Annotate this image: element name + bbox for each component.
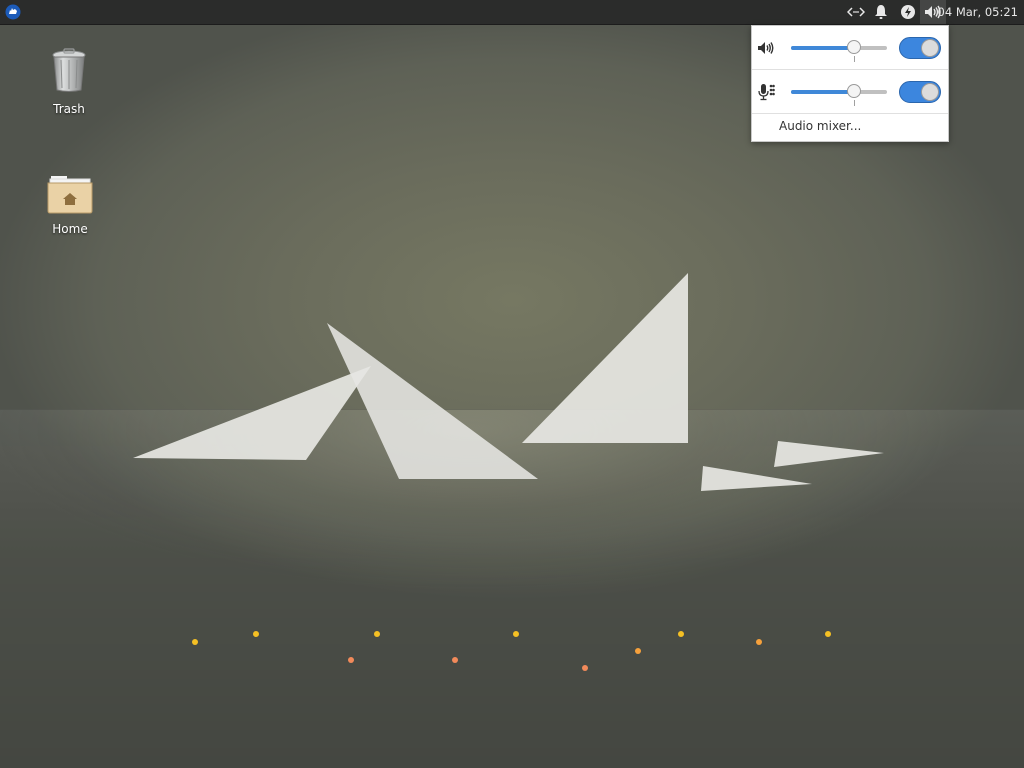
- wallpaper-dot: [192, 639, 198, 645]
- wallpaper-shard: [522, 273, 688, 443]
- wallpaper-dot: [582, 665, 588, 671]
- home-folder-icon: [47, 176, 93, 214]
- toggle-knob: [921, 83, 939, 101]
- wallpaper-dot: [374, 631, 380, 637]
- wallpaper-dot: [452, 657, 458, 663]
- audio-popup: Audio mixer...: [751, 25, 949, 142]
- desktop-icon-label: Trash: [53, 102, 85, 116]
- wallpaper-shard: [133, 366, 371, 460]
- power-manager-button[interactable]: [897, 0, 919, 24]
- output-volume-row: [752, 26, 948, 69]
- wallpaper-dot: [635, 648, 641, 654]
- wallpaper-shard: [701, 466, 812, 491]
- power-manager-icon: [901, 5, 915, 19]
- slider-tick: [854, 56, 855, 62]
- notifications-button[interactable]: [870, 0, 892, 24]
- notification-bell-icon: [875, 5, 887, 19]
- slider-fill: [791, 90, 854, 94]
- output-enable-toggle[interactable]: [899, 37, 941, 59]
- xfce-mouse-logo-icon: [5, 4, 21, 20]
- desktop-icon-home[interactable]: Home: [30, 174, 110, 236]
- input-enable-toggle[interactable]: [899, 81, 941, 103]
- audio-mixer-menu-item[interactable]: Audio mixer...: [752, 113, 948, 140]
- output-volume-slider[interactable]: [791, 40, 887, 62]
- speaker-icon[interactable]: [757, 39, 775, 57]
- input-volume-slider[interactable]: [791, 84, 887, 106]
- wallpaper-shard: [327, 323, 538, 479]
- wallpaper-dot: [825, 631, 831, 637]
- desktop-icon-trash[interactable]: Trash: [29, 48, 109, 116]
- wallpaper-dot: [348, 657, 354, 663]
- wallpaper-dot: [253, 631, 259, 637]
- top-panel: 04 Mar, 05:21: [0, 0, 1024, 25]
- slider-tick: [854, 100, 855, 106]
- network-button[interactable]: [844, 0, 868, 24]
- slider-knob[interactable]: [847, 84, 861, 98]
- wallpaper-dot: [678, 631, 684, 637]
- desktop-icon-label: Home: [52, 222, 88, 236]
- wallpaper-shard: [774, 441, 884, 467]
- slider-knob[interactable]: [847, 40, 861, 54]
- input-volume-row: [752, 70, 948, 113]
- network-icon: [847, 7, 865, 17]
- toggle-knob: [921, 39, 939, 57]
- slider-fill: [791, 46, 854, 50]
- wallpaper-dot: [513, 631, 519, 637]
- trash-icon: [52, 48, 86, 92]
- microphone-icon[interactable]: [757, 83, 775, 101]
- applications-menu-button[interactable]: [2, 0, 24, 24]
- wallpaper-dot: [756, 639, 762, 645]
- clock[interactable]: 04 Mar, 05:21: [938, 0, 1018, 24]
